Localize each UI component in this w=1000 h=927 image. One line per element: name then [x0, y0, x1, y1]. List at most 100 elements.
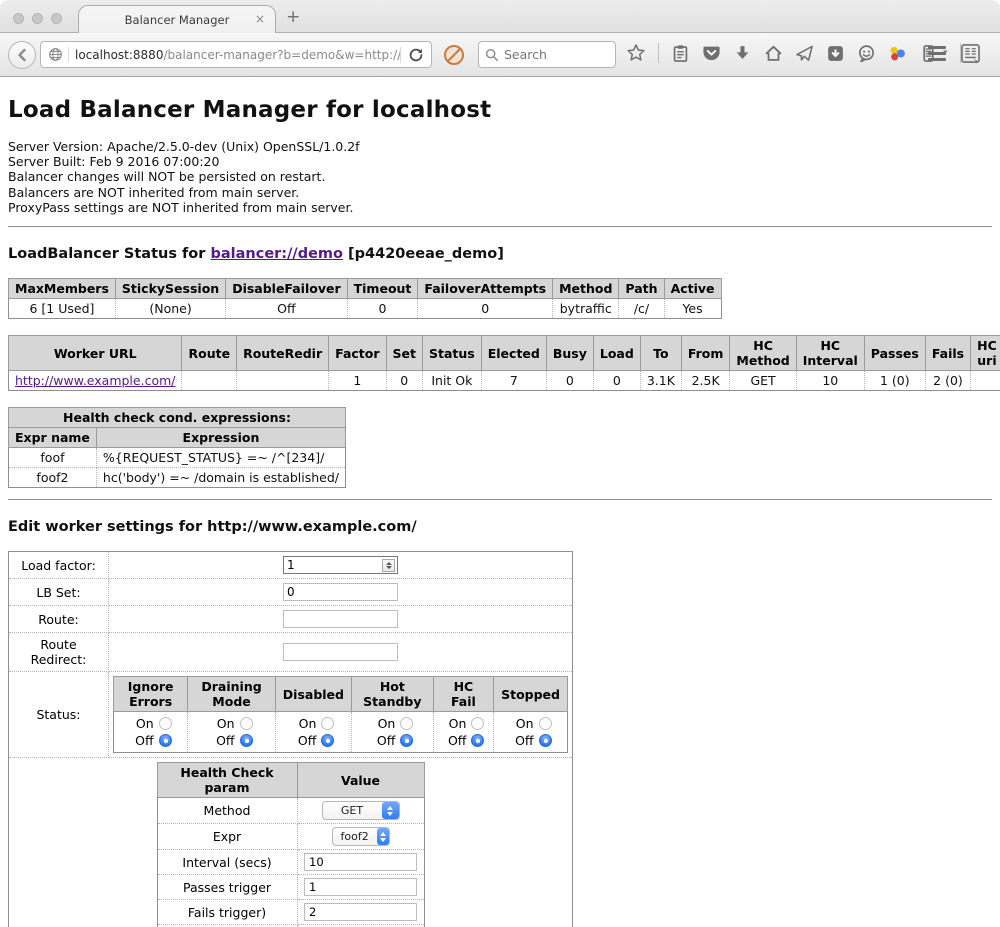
window-minimize-button[interactable] — [32, 13, 43, 24]
cell-route — [182, 371, 237, 391]
radio-hc-fail-on[interactable] — [471, 717, 484, 730]
passes-trigger-input[interactable] — [304, 878, 417, 896]
column-header: Worker URL — [9, 336, 182, 371]
column-header: MaxMembers — [9, 279, 116, 299]
select-stepper-icon — [382, 802, 399, 819]
back-arrow-icon — [14, 47, 30, 63]
cell-failoverattempts: 0 — [418, 299, 553, 319]
radio-disabled-on[interactable] — [321, 717, 334, 730]
tab-close-icon[interactable]: × — [255, 12, 265, 26]
radio-stopped-on[interactable] — [539, 717, 552, 730]
radio-hot-standby-off[interactable] — [400, 734, 413, 747]
number-spinner-icon[interactable] — [382, 559, 395, 572]
home-icon[interactable] — [764, 44, 783, 63]
cell-active: Yes — [664, 299, 721, 319]
form-row-load-factor: Load factor: — [9, 552, 573, 579]
chat-smiley-icon[interactable] — [857, 44, 876, 63]
balancer-demo-link[interactable]: balancer://demo — [210, 246, 343, 262]
window-zoom-button[interactable] — [51, 13, 62, 24]
url-bar[interactable]: localhost:8880/balancer-manager?b=demo&w… — [40, 41, 432, 68]
hc-row-expr: Expr foof2 — [157, 824, 424, 850]
method-select-value: GET — [323, 804, 382, 817]
worker-url-link[interactable]: http://www.example.com/ — [15, 373, 175, 388]
cell-disablefailover: Off — [226, 299, 347, 319]
cell-set: 0 — [386, 371, 422, 391]
cell-fails: 2 (0) — [925, 371, 970, 391]
expr-select[interactable]: foof2 — [332, 827, 390, 846]
page-title: Load Balancer Manager for localhost — [8, 77, 992, 123]
pocket-icon[interactable] — [702, 44, 721, 63]
method-select[interactable]: GET — [322, 801, 400, 820]
form-row-route-redirect: Route Redirect: — [9, 633, 573, 672]
radio-draining-mode-off[interactable] — [240, 734, 253, 747]
navigation-toolbar: localhost:8880/balancer-manager?b=demo&w… — [0, 33, 1000, 77]
radio-hc-fail-off[interactable] — [471, 734, 484, 747]
expr-row: foof %{REQUEST_STATUS} =~ /^[234]/ — [9, 448, 346, 468]
hc-row-passes: Passes trigger — [157, 875, 424, 900]
new-tab-button[interactable]: + — [286, 7, 300, 27]
cell-busy: 0 — [546, 371, 593, 391]
content-block-icon[interactable] — [442, 43, 466, 67]
clipboard-icon[interactable] — [671, 44, 690, 63]
form-row-route: Route: — [9, 606, 573, 633]
radio-ignore-errors-off[interactable] — [159, 734, 172, 747]
column-header: Health Check param — [157, 763, 297, 798]
balancer-status-table: MaxMembers StickySession DisableFailover… — [8, 278, 722, 319]
radio-label-on: On — [510, 716, 534, 731]
column-header: HC Interval — [796, 336, 864, 371]
column-header: Disabled — [275, 677, 351, 712]
globe-icon — [41, 47, 69, 62]
colored-dots-icon[interactable] — [888, 44, 907, 63]
interval-input[interactable] — [304, 853, 417, 871]
divider — [8, 499, 992, 500]
reload-button[interactable] — [400, 47, 431, 63]
radio-label-off: Off — [211, 733, 235, 748]
form-row-lb-set: LB Set: — [9, 579, 573, 606]
column-header: Path — [619, 279, 664, 299]
search-icon — [485, 48, 499, 62]
table-title-row: Health check cond. expressions: — [9, 408, 346, 428]
search-bar[interactable] — [478, 41, 616, 68]
table-header-row: MaxMembers StickySession DisableFailover… — [9, 279, 722, 299]
load-factor-input[interactable] — [283, 556, 398, 574]
column-header: Fails — [925, 336, 970, 371]
radio-stopped-off[interactable] — [539, 734, 552, 747]
radio-ignore-errors-on[interactable] — [159, 717, 172, 730]
radio-draining-mode-on[interactable] — [240, 717, 253, 730]
server-info-line: Server Built: Feb 9 2016 07:00:20 — [8, 154, 992, 169]
radio-label-on: On — [211, 716, 235, 731]
radio-hot-standby-on[interactable] — [400, 717, 413, 730]
edit-worker-form: Load factor: LB Set: Route: — [8, 551, 573, 927]
route-input[interactable] — [283, 610, 398, 628]
send-plane-icon[interactable] — [795, 44, 814, 63]
table-row: 6 [1 Used] (None) Off 0 0 bytraffic /c/ … — [9, 299, 722, 319]
table-header-row: Worker URL Route RouteRedir Factor Set S… — [9, 336, 1000, 371]
tiles-grid-icon[interactable] — [960, 43, 981, 64]
bookmark-star-icon[interactable] — [626, 43, 646, 63]
cell-from: 2.5K — [681, 371, 730, 391]
column-header: Elected — [481, 336, 546, 371]
radio-disabled-off[interactable] — [321, 734, 334, 747]
search-input[interactable] — [504, 47, 604, 62]
interval-label: Interval (secs) — [157, 850, 297, 875]
status-label: Status: — [9, 672, 109, 758]
toolbar-separator — [658, 43, 659, 63]
fails-trigger-input[interactable] — [304, 903, 417, 921]
url-text[interactable]: localhost:8880/balancer-manager?b=demo&w… — [69, 48, 400, 62]
column-header: Status — [423, 336, 482, 371]
column-header: Passes — [864, 336, 925, 371]
lb-set-input[interactable] — [283, 583, 398, 601]
save-to-device-icon[interactable] — [826, 44, 845, 63]
tab-balancer-manager[interactable]: Balancer Manager × — [78, 5, 276, 34]
column-header: Ignore Errors — [114, 677, 188, 712]
column-header: From — [681, 336, 730, 371]
route-redirect-input[interactable] — [283, 643, 398, 661]
column-header: Value — [297, 763, 424, 798]
column-header: Expression — [96, 428, 345, 448]
window-close-button[interactable] — [13, 13, 24, 24]
downloads-icon[interactable] — [733, 44, 752, 63]
back-button[interactable] — [8, 41, 36, 69]
cell-hc-uri — [971, 371, 1000, 391]
menu-hamburger-icon[interactable] — [928, 46, 946, 61]
cell-method: bytraffic — [553, 299, 619, 319]
